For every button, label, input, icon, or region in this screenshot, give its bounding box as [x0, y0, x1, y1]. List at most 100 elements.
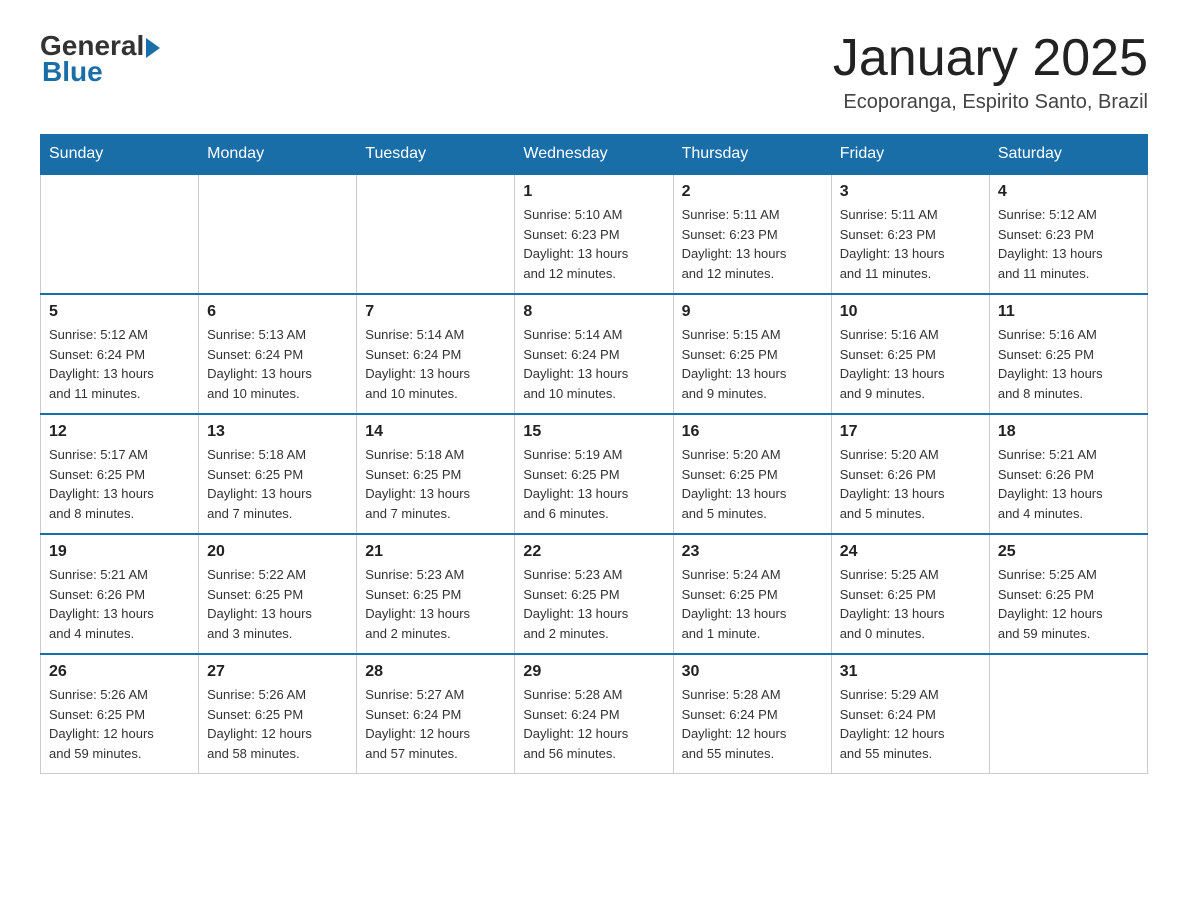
day-number: 21	[365, 543, 506, 561]
header-tuesday: Tuesday	[357, 135, 515, 175]
day-number: 30	[682, 663, 823, 681]
day-number: 4	[998, 183, 1139, 201]
day-number: 16	[682, 423, 823, 441]
day-info: Sunrise: 5:13 AM Sunset: 6:24 PM Dayligh…	[207, 325, 348, 403]
calendar-header-row: SundayMondayTuesdayWednesdayThursdayFrid…	[41, 135, 1148, 175]
day-info: Sunrise: 5:28 AM Sunset: 6:24 PM Dayligh…	[682, 685, 823, 763]
day-number: 1	[523, 183, 664, 201]
day-info: Sunrise: 5:23 AM Sunset: 6:25 PM Dayligh…	[523, 565, 664, 643]
day-number: 11	[998, 303, 1139, 321]
calendar-cell: 19 Sunrise: 5:21 AM Sunset: 6:26 PM Dayli…	[41, 534, 199, 654]
day-number: 6	[207, 303, 348, 321]
header-thursday: Thursday	[673, 135, 831, 175]
day-info: Sunrise: 5:26 AM Sunset: 6:25 PM Dayligh…	[49, 685, 190, 763]
calendar-cell: 27 Sunrise: 5:26 AM Sunset: 6:25 PM Dayli…	[199, 654, 357, 774]
day-info: Sunrise: 5:18 AM Sunset: 6:25 PM Dayligh…	[207, 445, 348, 523]
day-number: 22	[523, 543, 664, 561]
day-number: 12	[49, 423, 190, 441]
day-info: Sunrise: 5:21 AM Sunset: 6:26 PM Dayligh…	[49, 565, 190, 643]
calendar-cell: 10 Sunrise: 5:16 AM Sunset: 6:25 PM Dayli…	[831, 294, 989, 414]
calendar-cell: 16Sunrise: 5:20 AM Sunset: 6:25 PM Dayli…	[673, 414, 831, 534]
day-info: Sunrise: 5:19 AM Sunset: 6:25 PM Dayligh…	[523, 445, 664, 523]
calendar-week-2: 5Sunrise: 5:12 AM Sunset: 6:24 PM Daylig…	[41, 294, 1148, 414]
day-number: 31	[840, 663, 981, 681]
calendar-cell: 8Sunrise: 5:14 AM Sunset: 6:24 PM Daylig…	[515, 294, 673, 414]
day-number: 18	[998, 423, 1139, 441]
day-number: 2	[682, 183, 823, 201]
calendar-cell	[199, 174, 357, 294]
header-friday: Friday	[831, 135, 989, 175]
header-monday: Monday	[199, 135, 357, 175]
day-number: 7	[365, 303, 506, 321]
day-number: 5	[49, 303, 190, 321]
calendar-cell: 1 Sunrise: 5:10 AM Sunset: 6:23 PM Daylig…	[515, 174, 673, 294]
calendar-cell: 17 Sunrise: 5:20 AM Sunset: 6:26 PM Dayli…	[831, 414, 989, 534]
day-number: 29	[523, 663, 664, 681]
calendar-cell: 29Sunrise: 5:28 AM Sunset: 6:24 PM Dayli…	[515, 654, 673, 774]
day-number: 28	[365, 663, 506, 681]
calendar-cell	[41, 174, 199, 294]
calendar-cell: 26 Sunrise: 5:26 AM Sunset: 6:25 PM Dayli…	[41, 654, 199, 774]
day-info: Sunrise: 5:25 AM Sunset: 6:25 PM Dayligh…	[998, 565, 1139, 643]
day-info: Sunrise: 5:18 AM Sunset: 6:25 PM Dayligh…	[365, 445, 506, 523]
page-header: General Blue January 2025 Ecoporanga, Es…	[40, 30, 1148, 114]
day-number: 10	[840, 303, 981, 321]
logo-arrow-icon	[146, 38, 160, 58]
calendar-cell: 15Sunrise: 5:19 AM Sunset: 6:25 PM Dayli…	[515, 414, 673, 534]
calendar-week-3: 12 Sunrise: 5:17 AM Sunset: 6:25 PM Dayli…	[41, 414, 1148, 534]
calendar-cell: 5Sunrise: 5:12 AM Sunset: 6:24 PM Daylig…	[41, 294, 199, 414]
location-subtitle: Ecoporanga, Espirito Santo, Brazil	[833, 91, 1148, 114]
calendar-cell: 2 Sunrise: 5:11 AM Sunset: 6:23 PM Daylig…	[673, 174, 831, 294]
day-number: 14	[365, 423, 506, 441]
day-info: Sunrise: 5:12 AM Sunset: 6:23 PM Dayligh…	[998, 205, 1139, 283]
day-number: 23	[682, 543, 823, 561]
calendar-cell: 4 Sunrise: 5:12 AM Sunset: 6:23 PM Daylig…	[989, 174, 1147, 294]
day-number: 25	[998, 543, 1139, 561]
day-number: 20	[207, 543, 348, 561]
calendar-cell: 25 Sunrise: 5:25 AM Sunset: 6:25 PM Dayli…	[989, 534, 1147, 654]
calendar-week-1: 1 Sunrise: 5:10 AM Sunset: 6:23 PM Daylig…	[41, 174, 1148, 294]
day-number: 27	[207, 663, 348, 681]
header-sunday: Sunday	[41, 135, 199, 175]
calendar-week-4: 19 Sunrise: 5:21 AM Sunset: 6:26 PM Dayli…	[41, 534, 1148, 654]
calendar-cell	[989, 654, 1147, 774]
calendar-cell	[357, 174, 515, 294]
day-info: Sunrise: 5:20 AM Sunset: 6:26 PM Dayligh…	[840, 445, 981, 523]
day-info: Sunrise: 5:16 AM Sunset: 6:25 PM Dayligh…	[998, 325, 1139, 403]
day-info: Sunrise: 5:15 AM Sunset: 6:25 PM Dayligh…	[682, 325, 823, 403]
day-info: Sunrise: 5:21 AM Sunset: 6:26 PM Dayligh…	[998, 445, 1139, 523]
title-area: January 2025 Ecoporanga, Espirito Santo,…	[833, 30, 1148, 114]
calendar-cell: 11 Sunrise: 5:16 AM Sunset: 6:25 PM Dayli…	[989, 294, 1147, 414]
calendar-cell: 18 Sunrise: 5:21 AM Sunset: 6:26 PM Dayli…	[989, 414, 1147, 534]
day-info: Sunrise: 5:17 AM Sunset: 6:25 PM Dayligh…	[49, 445, 190, 523]
calendar-cell: 12 Sunrise: 5:17 AM Sunset: 6:25 PM Dayli…	[41, 414, 199, 534]
day-info: Sunrise: 5:26 AM Sunset: 6:25 PM Dayligh…	[207, 685, 348, 763]
logo-blue-text: Blue	[42, 56, 103, 88]
day-info: Sunrise: 5:14 AM Sunset: 6:24 PM Dayligh…	[523, 325, 664, 403]
day-info: Sunrise: 5:22 AM Sunset: 6:25 PM Dayligh…	[207, 565, 348, 643]
calendar-cell: 6 Sunrise: 5:13 AM Sunset: 6:24 PM Daylig…	[199, 294, 357, 414]
day-info: Sunrise: 5:24 AM Sunset: 6:25 PM Dayligh…	[682, 565, 823, 643]
day-number: 26	[49, 663, 190, 681]
day-number: 19	[49, 543, 190, 561]
day-number: 24	[840, 543, 981, 561]
header-saturday: Saturday	[989, 135, 1147, 175]
day-number: 3	[840, 183, 981, 201]
month-title: January 2025	[833, 30, 1148, 87]
calendar-cell: 28Sunrise: 5:27 AM Sunset: 6:24 PM Dayli…	[357, 654, 515, 774]
day-info: Sunrise: 5:14 AM Sunset: 6:24 PM Dayligh…	[365, 325, 506, 403]
day-number: 17	[840, 423, 981, 441]
calendar-cell: 21 Sunrise: 5:23 AM Sunset: 6:25 PM Dayli…	[357, 534, 515, 654]
day-info: Sunrise: 5:11 AM Sunset: 6:23 PM Dayligh…	[682, 205, 823, 283]
calendar-week-5: 26 Sunrise: 5:26 AM Sunset: 6:25 PM Dayli…	[41, 654, 1148, 774]
day-info: Sunrise: 5:16 AM Sunset: 6:25 PM Dayligh…	[840, 325, 981, 403]
day-info: Sunrise: 5:23 AM Sunset: 6:25 PM Dayligh…	[365, 565, 506, 643]
calendar-cell: 31Sunrise: 5:29 AM Sunset: 6:24 PM Dayli…	[831, 654, 989, 774]
calendar-cell: 24 Sunrise: 5:25 AM Sunset: 6:25 PM Dayli…	[831, 534, 989, 654]
calendar-cell: 9Sunrise: 5:15 AM Sunset: 6:25 PM Daylig…	[673, 294, 831, 414]
calendar-cell: 13Sunrise: 5:18 AM Sunset: 6:25 PM Dayli…	[199, 414, 357, 534]
calendar-cell: 7 Sunrise: 5:14 AM Sunset: 6:24 PM Daylig…	[357, 294, 515, 414]
day-info: Sunrise: 5:10 AM Sunset: 6:23 PM Dayligh…	[523, 205, 664, 283]
day-info: Sunrise: 5:11 AM Sunset: 6:23 PM Dayligh…	[840, 205, 981, 283]
day-info: Sunrise: 5:25 AM Sunset: 6:25 PM Dayligh…	[840, 565, 981, 643]
